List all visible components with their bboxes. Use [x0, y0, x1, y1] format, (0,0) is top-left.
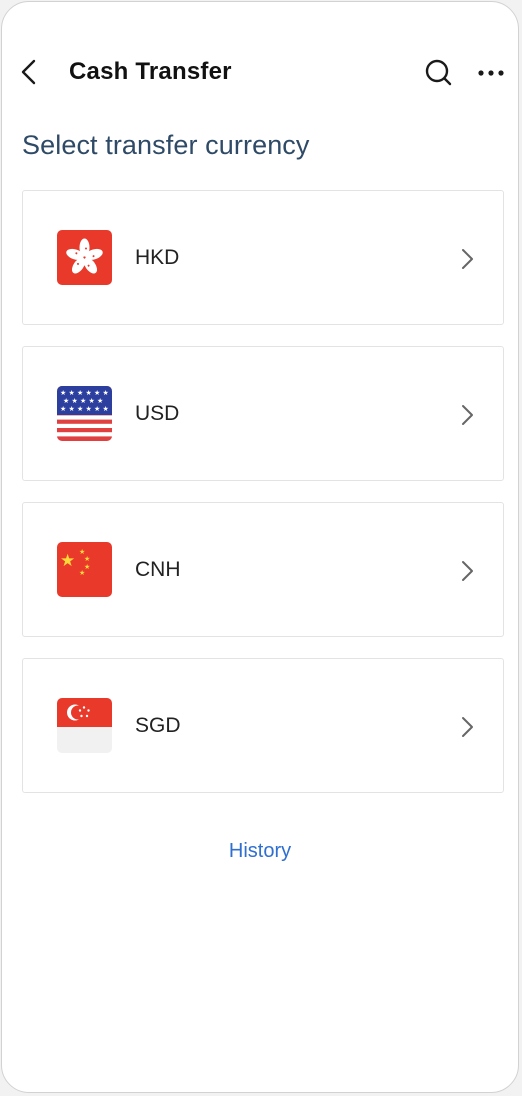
currency-card-sgd[interactable]: SGD	[22, 658, 504, 793]
page-title: Cash Transfer	[69, 58, 232, 85]
currency-card-cnh[interactable]: ★ ★ ★ ★ ★ CNH	[22, 502, 504, 637]
app-header: Cash Transfer	[2, 2, 518, 142]
currency-code: USD	[135, 402, 180, 425]
chevron-right-icon	[462, 405, 473, 425]
svg-text:★ ★ ★ ★ ★ ★: ★ ★ ★ ★ ★ ★	[60, 405, 109, 413]
china-flag-icon: ★ ★ ★ ★ ★	[57, 542, 112, 597]
currency-code: SGD	[135, 714, 181, 737]
svg-text:★ ★ ★ ★ ★: ★ ★ ★ ★ ★	[63, 397, 103, 405]
currency-card-hkd[interactable]: HKD	[22, 190, 504, 325]
currency-card-usd[interactable]: ★ ★ ★ ★ ★ ★ ★ ★ ★ ★ ★ ★ ★ ★ ★ ★ ★ USD	[22, 346, 504, 481]
more-horizontal-icon	[478, 70, 504, 76]
svg-text:★: ★	[79, 569, 85, 577]
us-flag-icon: ★ ★ ★ ★ ★ ★ ★ ★ ★ ★ ★ ★ ★ ★ ★ ★ ★	[57, 386, 112, 441]
chevron-left-icon	[21, 59, 36, 85]
search-button[interactable]	[422, 56, 454, 88]
more-button[interactable]	[474, 56, 508, 88]
back-button[interactable]	[14, 56, 46, 88]
svg-text:★: ★	[60, 551, 75, 571]
chevron-right-icon	[462, 561, 473, 581]
history-link[interactable]: History	[2, 840, 518, 863]
phone-screen: Cash Transfer Select transfer currency H…	[1, 1, 519, 1093]
section-heading: Select transfer currency	[22, 130, 310, 160]
svg-text:★ ★ ★ ★ ★ ★: ★ ★ ★ ★ ★ ★	[60, 389, 109, 397]
currency-code: HKD	[135, 246, 180, 269]
chevron-right-icon	[462, 249, 473, 269]
chevron-right-icon	[462, 717, 473, 737]
currency-code: CNH	[135, 558, 181, 581]
svg-text:★: ★	[84, 555, 90, 563]
search-icon	[425, 59, 452, 86]
singapore-flag-icon	[57, 698, 112, 753]
hong-kong-flag-icon	[57, 230, 112, 285]
